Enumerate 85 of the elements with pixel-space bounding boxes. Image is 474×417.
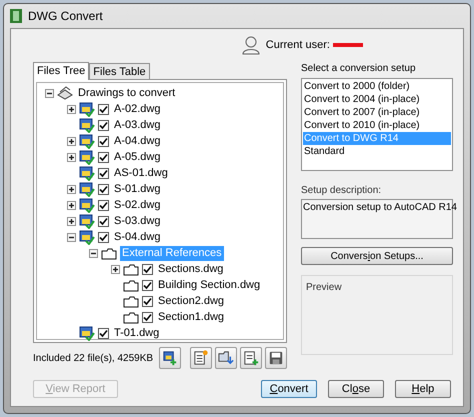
preview-label: Preview [306,282,342,293]
tree-item[interactable]: Section1.dwg [156,310,226,324]
save-icon [267,349,285,367]
checkbox[interactable] [98,168,109,178]
drawing-stack-icon [57,86,73,100]
drawing-file-icon [79,166,95,180]
folder-outline-icon [123,262,139,276]
checkbox[interactable] [142,312,153,322]
tree-item[interactable]: S-01.dwg [112,182,162,196]
file-summary: Included 22 file(s), 4259KB [33,352,154,366]
list-star-icon [192,349,210,367]
tree-item[interactable]: S-02.dwg [112,198,162,212]
expand-icon[interactable] [67,184,76,194]
drawing-file-icon [79,118,95,132]
collapse-icon[interactable] [67,232,76,242]
user-icon [242,35,260,55]
folder-outline-icon [101,246,117,260]
tree-item[interactable]: A-03.dwg [112,118,162,132]
collapse-icon[interactable] [45,88,54,98]
drawing-file-icon [79,214,95,228]
tree-item[interactable]: S-04.dwg [112,230,162,244]
checkbox[interactable] [98,232,109,242]
conversion-setups-button[interactable]: Conversion Setups... [301,247,453,265]
checkbox[interactable] [98,104,109,114]
checkbox[interactable] [98,216,109,226]
expand-icon[interactable] [67,136,76,146]
drawing-file-icon [79,182,95,196]
tree-item[interactable]: A-04.dwg [112,134,162,148]
checkbox[interactable] [98,184,109,194]
dialog-button[interactable]: Convert [261,380,317,398]
dialog-button[interactable]: Help [395,380,451,398]
description-label: Setup description: [301,184,382,198]
checkbox[interactable] [142,280,153,290]
folder-outline-icon [123,294,139,308]
drawing-plus-icon [161,349,179,367]
drawing-file-icon [79,102,95,116]
tree-item[interactable]: T-01.dwg [112,326,162,340]
window-title: DWG Convert [28,8,103,25]
current-user-label: Current user: [266,38,330,53]
setup-option[interactable]: Convert to 2007 (in-place) [303,106,451,119]
collapse-icon[interactable] [89,248,98,258]
expand-icon[interactable] [67,200,76,210]
drawing-file-icon [79,326,95,340]
toolbar-button[interactable] [190,347,212,369]
tree-item[interactable]: A-05.dwg [112,150,162,164]
list-plus-icon [242,349,260,367]
toolbar-button[interactable] [265,347,287,369]
tab[interactable]: Files Table [89,63,150,79]
expand-icon[interactable] [67,216,76,226]
checkbox[interactable] [142,264,153,274]
setup-list-label: Select a conversion setup [301,62,417,76]
setup-option[interactable]: Convert to 2000 (folder) [303,80,451,93]
dialog-button[interactable]: Close [328,380,384,398]
setup-option[interactable]: Convert to 2004 (in-place) [303,93,451,106]
drawing-file-icon [79,230,95,244]
tree-item[interactable]: Building Section.dwg [156,278,262,292]
drawing-file-icon [79,150,95,164]
tree-item[interactable]: Drawings to convert [76,86,178,100]
tree-item[interactable]: Section2.dwg [156,294,226,308]
checkbox[interactable] [98,152,109,162]
setup-option[interactable]: Convert to 2010 (in-place) [303,119,451,132]
description-text: Conversion setup to AutoCAD R14 [303,202,457,213]
checkbox[interactable] [98,136,109,146]
toolbar-button[interactable] [159,347,181,369]
tree-item[interactable]: A-02.dwg [112,102,162,116]
folder-outline-icon [123,310,139,324]
folder-arrow-icon [217,349,235,367]
expand-icon[interactable] [67,152,76,162]
checkbox[interactable] [98,120,109,130]
expand-icon[interactable] [67,104,76,114]
tree-item[interactable]: Sections.dwg [156,262,226,276]
checkbox[interactable] [142,296,153,306]
tab[interactable]: Files Tree [33,62,90,80]
expand-icon[interactable] [111,264,120,274]
drawing-file-icon [79,134,95,148]
toolbar-button[interactable] [215,347,237,369]
checkbox[interactable] [98,328,109,338]
toolbar-button[interactable] [240,347,262,369]
tree-item[interactable]: S-03.dwg [112,214,162,228]
checkbox[interactable] [98,200,109,210]
app-icon [10,9,22,23]
setup-option[interactable]: Standard [303,145,451,158]
folder-outline-icon [123,278,139,292]
tree-item[interactable]: AS-01.dwg [112,166,170,180]
drawing-file-icon [79,198,95,212]
